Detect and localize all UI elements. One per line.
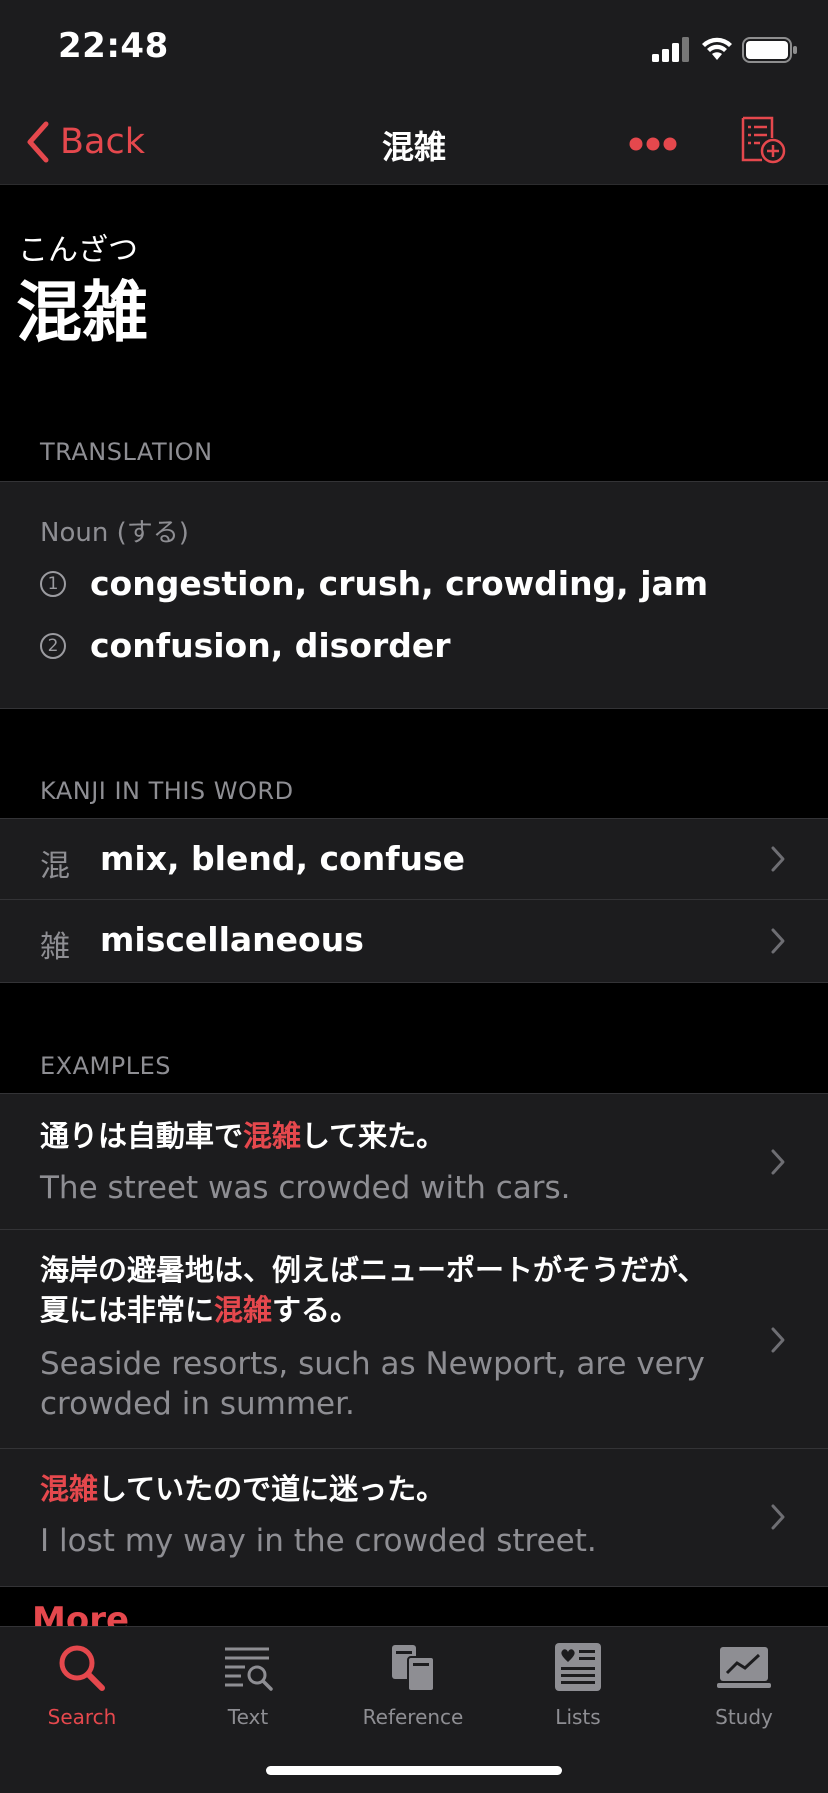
example-highlight: 混雑 xyxy=(214,1293,273,1327)
example-row[interactable]: 混雑していたので道に迷った。 I lost my way in the crow… xyxy=(0,1449,828,1586)
tab-label: Lists xyxy=(555,1705,601,1729)
tab-text[interactable]: Text xyxy=(178,1641,318,1729)
example-highlight: 混雑 xyxy=(40,1472,99,1506)
examples-section-label: EXAMPLES xyxy=(40,1052,171,1080)
kanji-meaning: mix, blend, confuse xyxy=(100,839,466,878)
text-search-icon xyxy=(225,1647,273,1691)
wifi-icon xyxy=(702,37,732,60)
chevron-right-icon xyxy=(771,1327,785,1353)
sense-item: 1 congestion, crush, crowding, jam xyxy=(40,564,708,603)
tab-search[interactable]: Search xyxy=(12,1641,152,1729)
kanji-character: 雑 xyxy=(40,930,70,965)
part-of-speech: Noun (する) xyxy=(40,518,189,548)
study-chart-icon xyxy=(717,1647,771,1688)
more-options-icon[interactable] xyxy=(628,136,678,152)
example-row[interactable]: 海岸の避暑地は、例えばニューポートがそうだが、夏には非常に混雑する。 Seasi… xyxy=(0,1230,828,1449)
example-highlight: 混雑 xyxy=(243,1119,302,1153)
chevron-right-icon xyxy=(771,1504,785,1530)
chevron-right-icon xyxy=(771,846,785,872)
sense-gloss: confusion, disorder xyxy=(90,626,451,665)
reference-books-icon xyxy=(392,1645,435,1692)
tab-label: Text xyxy=(227,1705,269,1729)
example-row[interactable]: 通りは自動車で混雑して来た。 The street was crowded wi… xyxy=(0,1094,828,1230)
kanji-section-label: KANJI IN THIS WORD xyxy=(40,777,294,805)
sense-number: 2 xyxy=(40,632,66,659)
search-icon xyxy=(59,1645,105,1691)
sense-number: 1 xyxy=(40,570,66,597)
status-bar: 22:48 xyxy=(0,0,828,100)
add-to-list-icon[interactable] xyxy=(740,116,786,164)
tab-study[interactable]: Study xyxy=(674,1641,814,1729)
chevron-right-icon xyxy=(771,1149,785,1175)
kanji-row[interactable]: 雑 miscellaneous xyxy=(0,900,828,982)
example-text: して来た。 xyxy=(301,1119,446,1153)
translation-card: Noun (する) 1 congestion, crush, crowding,… xyxy=(0,481,828,709)
navigation-bar: Back 混雑 xyxy=(0,100,828,185)
example-text: していたので道に迷った。 xyxy=(98,1472,446,1506)
example-english: I lost my way in the crowded street. xyxy=(40,1523,597,1559)
tab-label: Search xyxy=(47,1705,117,1729)
sense-item: 2 confusion, disorder xyxy=(40,626,451,665)
example-japanese: 通りは自動車で混雑して来た。 xyxy=(40,1116,720,1156)
chevron-right-icon xyxy=(771,928,785,954)
example-japanese: 混雑していたので道に迷った。 xyxy=(40,1469,720,1509)
lists-icon xyxy=(555,1643,601,1691)
example-text: する。 xyxy=(272,1293,360,1327)
tab-label: Reference xyxy=(362,1705,464,1729)
word-header: こんざつ 混雑 xyxy=(0,185,828,351)
kanji-row[interactable]: 混 mix, blend, confuse xyxy=(0,819,828,900)
cellular-signal-icon xyxy=(652,37,689,62)
kanji-list: 混 mix, blend, confuse 雑 miscellaneous xyxy=(0,818,828,983)
tab-reference[interactable]: Reference xyxy=(343,1641,483,1729)
kanji-meaning: miscellaneous xyxy=(100,920,364,959)
kanji-character: 混 xyxy=(40,849,70,884)
example-text: 通りは自動車で xyxy=(40,1119,244,1153)
example-text: 海岸の避暑地は、例えばニューポートがそうだが、夏には非常に xyxy=(40,1253,707,1327)
sense-gloss: congestion, crush, crowding, jam xyxy=(90,564,709,603)
translation-section-label: TRANSLATION xyxy=(40,438,213,466)
status-time: 22:48 xyxy=(58,26,169,66)
tab-lists[interactable]: Lists xyxy=(508,1641,648,1729)
word-headword: 混雑 xyxy=(16,274,148,351)
home-indicator xyxy=(266,1766,562,1775)
example-english: Seaside resorts, such as Newport, are ve… xyxy=(40,1346,705,1422)
example-english: The street was crowded with cars. xyxy=(40,1170,571,1206)
examples-list: 通りは自動車で混雑して来た。 The street was crowded wi… xyxy=(0,1093,828,1587)
nav-title: 混雑 xyxy=(381,128,446,166)
example-japanese: 海岸の避暑地は、例えばニューポートがそうだが、夏には非常に混雑する。 xyxy=(40,1250,720,1330)
battery-icon xyxy=(742,37,797,63)
tab-label: Study xyxy=(715,1705,773,1729)
